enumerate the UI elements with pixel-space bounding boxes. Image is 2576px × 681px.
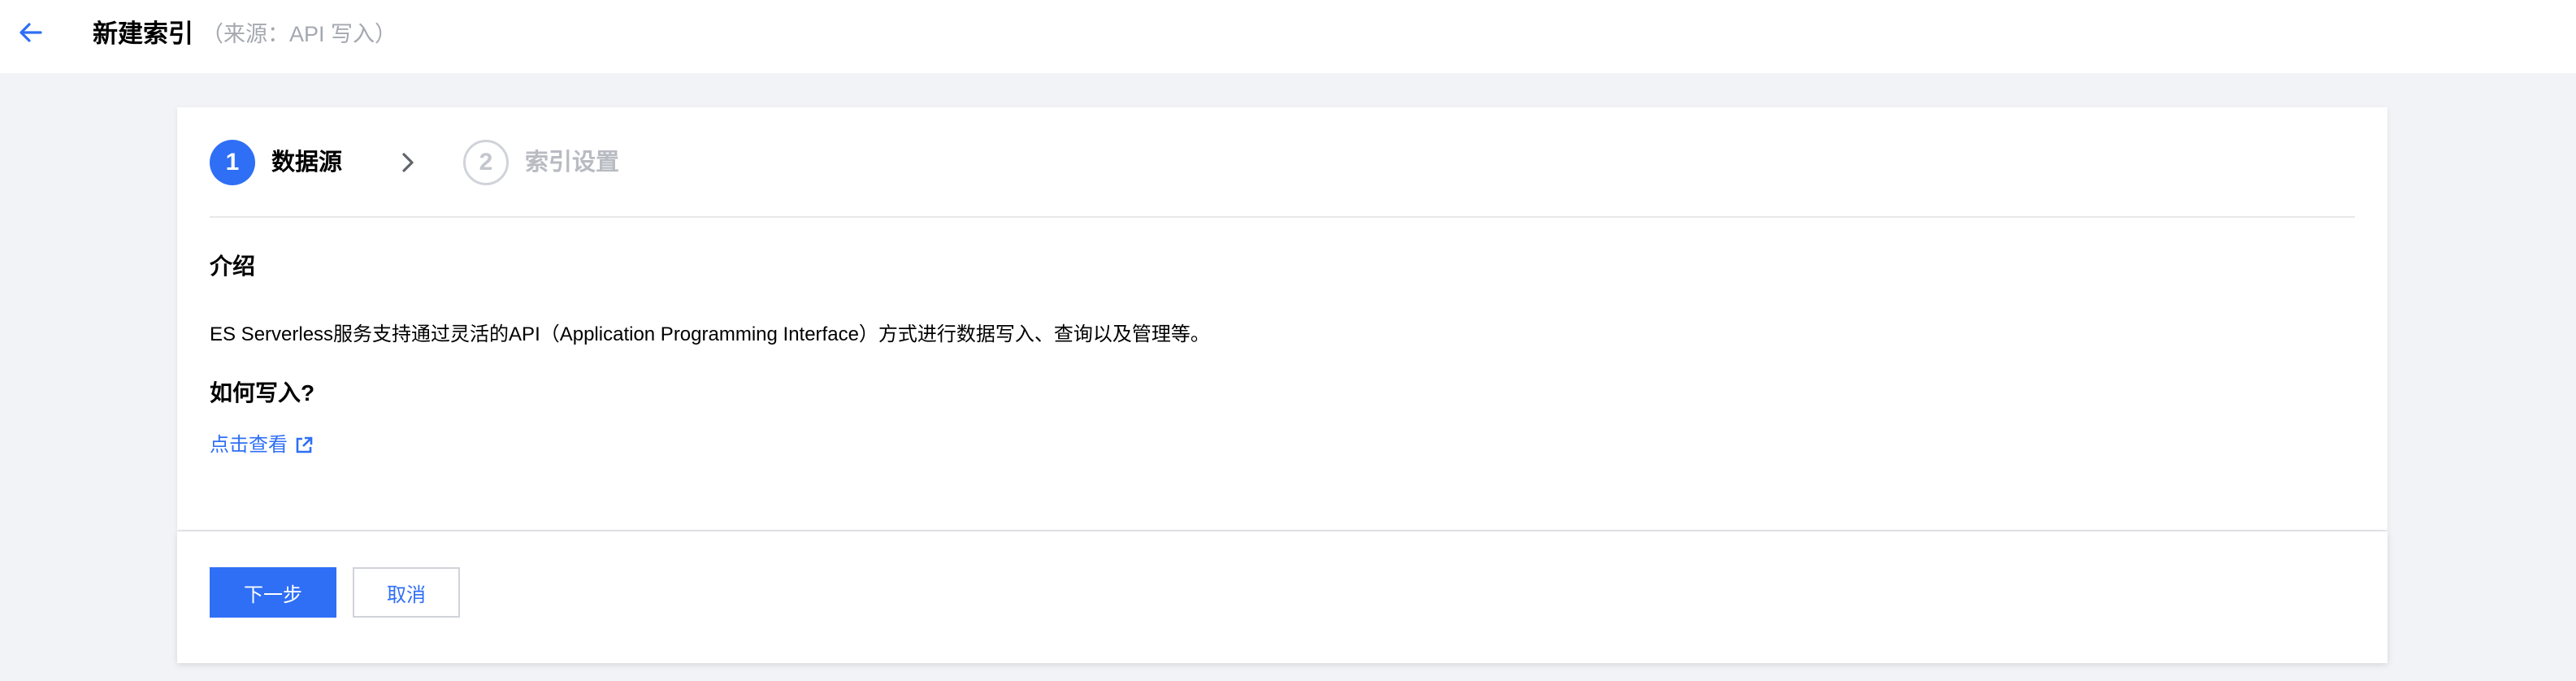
- how-to-write-title: 如何写入?: [210, 380, 315, 406]
- step-2-label[interactable]: 索引设置: [525, 146, 619, 179]
- next-step-button[interactable]: 下一步: [210, 567, 336, 618]
- external-link-icon: [296, 436, 313, 453]
- chevron-right-icon: [395, 150, 421, 176]
- intro-text: ES Serverless服务支持通过灵活的API（Application Pr…: [210, 323, 1210, 345]
- step-1-label[interactable]: 数据源: [271, 146, 342, 179]
- footer-actions: 下一步 取消: [177, 531, 2387, 663]
- arrow-left-icon[interactable]: [15, 16, 47, 49]
- main-card: 1 数据源 2 索引设置 介绍 ES Serverless服务支持通过灵活的AP…: [177, 107, 2387, 530]
- divider: [210, 216, 2355, 218]
- cancel-button[interactable]: 取消: [353, 567, 460, 618]
- top-header: 新建索引 （来源：API 写入）: [0, 0, 2576, 73]
- view-link-label[interactable]: 点击查看: [210, 429, 288, 462]
- step-2-circle[interactable]: 2: [463, 140, 509, 185]
- page-subtitle: （来源：API 写入）: [202, 22, 397, 46]
- page-title: 新建索引: [93, 20, 193, 48]
- view-link[interactable]: 点击查看: [210, 429, 314, 462]
- step-1-circle[interactable]: 1: [210, 140, 255, 185]
- intro-title: 介绍: [210, 254, 256, 279]
